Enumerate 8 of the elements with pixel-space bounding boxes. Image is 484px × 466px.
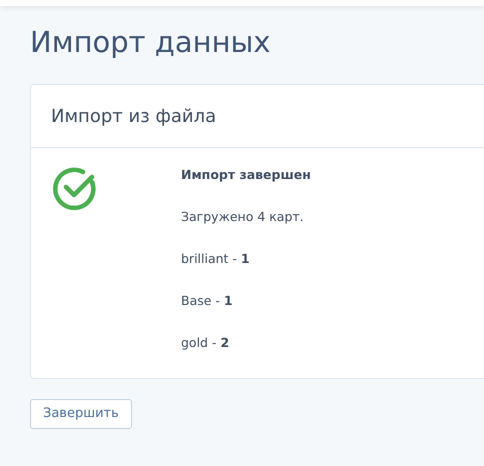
card-title: Импорт из файла [51,104,216,128]
result-line: Загружено 4 карт. [181,208,305,226]
result-line: Base - 1 [181,292,234,310]
page-title: Импорт данных [30,24,272,61]
result-line: brilliant - 1 [181,250,251,268]
finish-button[interactable]: Завершить [30,399,132,429]
result-line: gold - 2 [181,334,230,352]
status-heading: Импорт завершен [181,166,311,184]
